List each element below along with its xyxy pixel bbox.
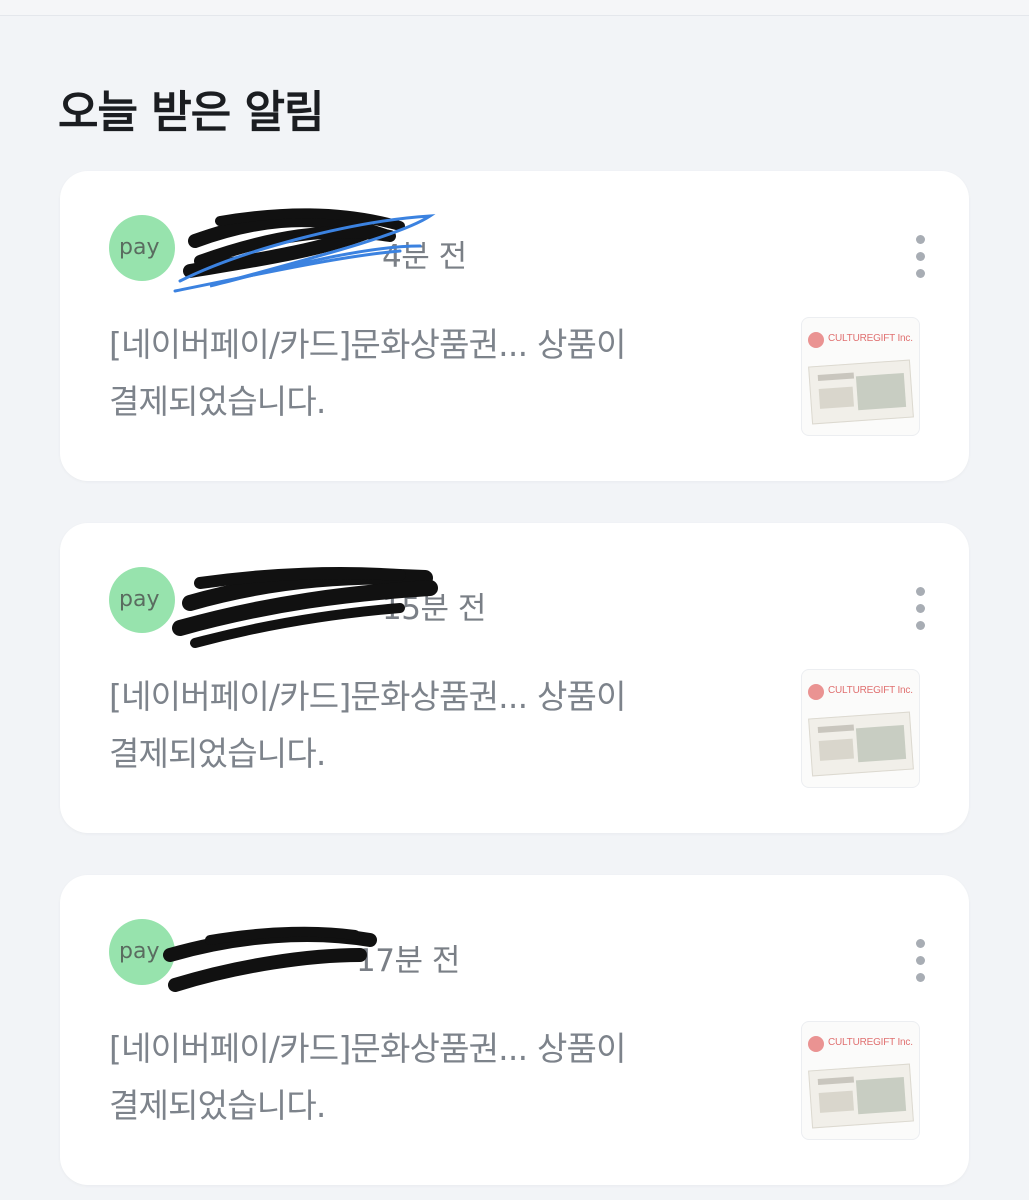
more-options-button[interactable]	[910, 585, 930, 633]
notification-message: [네이버페이/카드]문화상품권... 상품이 결제되었습니다.	[109, 325, 626, 421]
top-divider	[0, 0, 1029, 16]
gift-card-image	[808, 711, 914, 777]
more-vertical-icon	[916, 939, 925, 948]
culturegift-logo: CULTUREGIFT Inc.	[808, 332, 918, 348]
redaction-scribble	[172, 567, 438, 648]
more-options-button[interactable]	[910, 233, 930, 281]
product-thumbnail[interactable]: CULTUREGIFT Inc.	[801, 1021, 920, 1140]
gift-card-image	[808, 1063, 914, 1129]
gift-card-image	[808, 359, 914, 425]
notification-card[interactable]: pay 15분 전 [네이버페이/카드]문화상품권... 상품이 결제되었습니다…	[60, 523, 969, 833]
notification-card[interactable]: pay 17분 전 [네이버페이/카드]문화상품권... 상품이 결제되었습니다…	[60, 875, 969, 1185]
notification-card[interactable]: pay 4분 전 [네이버페이/카드]문화상품권... 상품이 결제되었습니다.…	[60, 171, 969, 481]
notification-message: [네이버페이/카드]문화상품권... 상품이 결제되었습니다.	[109, 1029, 626, 1125]
culturegift-logo: CULTUREGIFT Inc.	[808, 684, 918, 700]
redaction-scribble	[173, 208, 436, 293]
redaction-scribble	[163, 926, 377, 992]
culturegift-logo: CULTUREGIFT Inc.	[808, 1036, 918, 1052]
more-vertical-icon	[916, 235, 925, 244]
notification-message: [네이버페이/카드]문화상품권... 상품이 결제되었습니다.	[109, 677, 626, 773]
product-thumbnail[interactable]: CULTUREGIFT Inc.	[801, 669, 920, 788]
more-options-button[interactable]	[910, 937, 930, 985]
section-title: 오늘 받은 알림	[58, 87, 325, 138]
more-vertical-icon	[916, 587, 925, 596]
product-thumbnail[interactable]: CULTUREGIFT Inc.	[801, 317, 920, 436]
